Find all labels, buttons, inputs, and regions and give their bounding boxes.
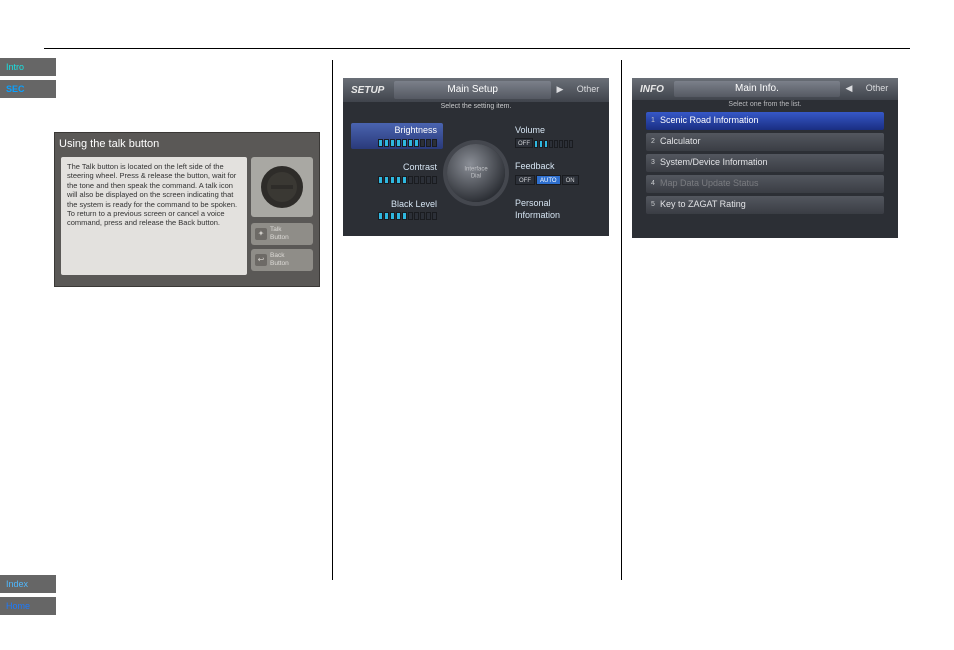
talk-button-label: Talk Button <box>270 226 289 243</box>
setup-item-label: Black Level <box>357 199 437 211</box>
setup-item-label: Feedback <box>515 161 595 173</box>
nav-home[interactable]: Home <box>0 597 56 615</box>
row-label: System/Device Information <box>660 157 768 169</box>
feedback-toggle: OFFAUTOON <box>515 175 595 185</box>
back-icon: ↩ <box>255 254 267 266</box>
row-number: 4 <box>646 179 660 188</box>
info-row-2[interactable]: 2Calculator <box>646 133 884 151</box>
info-row-5[interactable]: 5Key to ZAGAT Rating <box>646 196 884 214</box>
setup-item-black-level[interactable]: Black Level <box>351 197 443 223</box>
talk-button-graphic: ✦ Talk Button <box>251 223 313 245</box>
info-label: INFO <box>632 83 672 96</box>
column-3: INFO Main Info. ◀ Other Select one from … <box>621 60 910 580</box>
setup-item-label: Personal Information <box>515 198 595 221</box>
dial-label: Interface Dial <box>464 166 487 179</box>
row-number: 2 <box>646 137 660 146</box>
setup-item-personal-information[interactable]: Personal Information <box>509 196 601 223</box>
row-label: Calculator <box>660 136 701 148</box>
level-bars <box>357 139 437 147</box>
talk-title: Using the talk button <box>59 137 159 151</box>
chevron-left-icon[interactable]: ◀ <box>842 83 856 95</box>
setup-item-contrast[interactable]: Contrast <box>351 160 443 186</box>
side-nav-bottom: Index Home <box>0 575 56 619</box>
info-row-3[interactable]: 3System/Device Information <box>646 154 884 172</box>
info-screenshot: INFO Main Info. ◀ Other Select one from … <box>632 78 898 238</box>
level-bars <box>357 212 437 220</box>
setup-item-volume[interactable]: VolumeOFF <box>509 123 601 151</box>
level-bars <box>357 176 437 184</box>
back-button-label: Back Button <box>270 252 289 269</box>
column-1: Using the talk button The Talk button is… <box>44 60 332 580</box>
info-subtitle: Select one from the list. <box>632 100 898 109</box>
setup-tab-other[interactable]: Other <box>567 84 609 96</box>
setup-item-label: Volume <box>515 125 595 137</box>
setup-item-feedback[interactable]: Feedback OFFAUTOON <box>509 159 601 187</box>
setup-item-label: Contrast <box>357 162 437 174</box>
info-header: INFO Main Info. ◀ Other <box>632 78 898 100</box>
top-rule <box>44 48 910 49</box>
info-tab-other[interactable]: Other <box>856 83 898 95</box>
setup-header: SETUP Main Setup ▶ Other <box>343 78 609 102</box>
talk-body-text: The Talk button is located on the left s… <box>61 157 247 275</box>
setup-item-label: Brightness <box>357 125 437 137</box>
row-label: Map Data Update Status <box>660 178 759 190</box>
talk-icon: ✦ <box>255 228 267 240</box>
setup-item-brightness[interactable]: Brightness <box>351 123 443 149</box>
row-number: 1 <box>646 116 660 125</box>
back-button-graphic: ↩ Back Button <box>251 249 313 271</box>
chevron-right-icon[interactable]: ▶ <box>553 84 567 96</box>
row-label: Scenic Road Information <box>660 115 759 127</box>
setup-tab-main[interactable]: Main Setup <box>394 81 551 99</box>
row-number: 3 <box>646 158 660 167</box>
steering-wheel-graphic <box>251 157 313 217</box>
row-number: 5 <box>646 200 660 209</box>
setup-screenshot: SETUP Main Setup ▶ Other Select the sett… <box>343 78 609 236</box>
info-row-4: 4Map Data Update Status <box>646 175 884 193</box>
column-2: SETUP Main Setup ▶ Other Select the sett… <box>332 60 621 580</box>
info-row-1[interactable]: 1Scenic Road Information <box>646 112 884 130</box>
info-tab-main[interactable]: Main Info. <box>674 81 840 97</box>
setup-subtitle: Select the setting item. <box>343 102 609 111</box>
volume-bar: OFF <box>515 138 595 148</box>
talk-screenshot: Using the talk button The Talk button is… <box>54 132 320 287</box>
row-label: Key to ZAGAT Rating <box>660 199 746 211</box>
setup-label: SETUP <box>343 84 392 97</box>
